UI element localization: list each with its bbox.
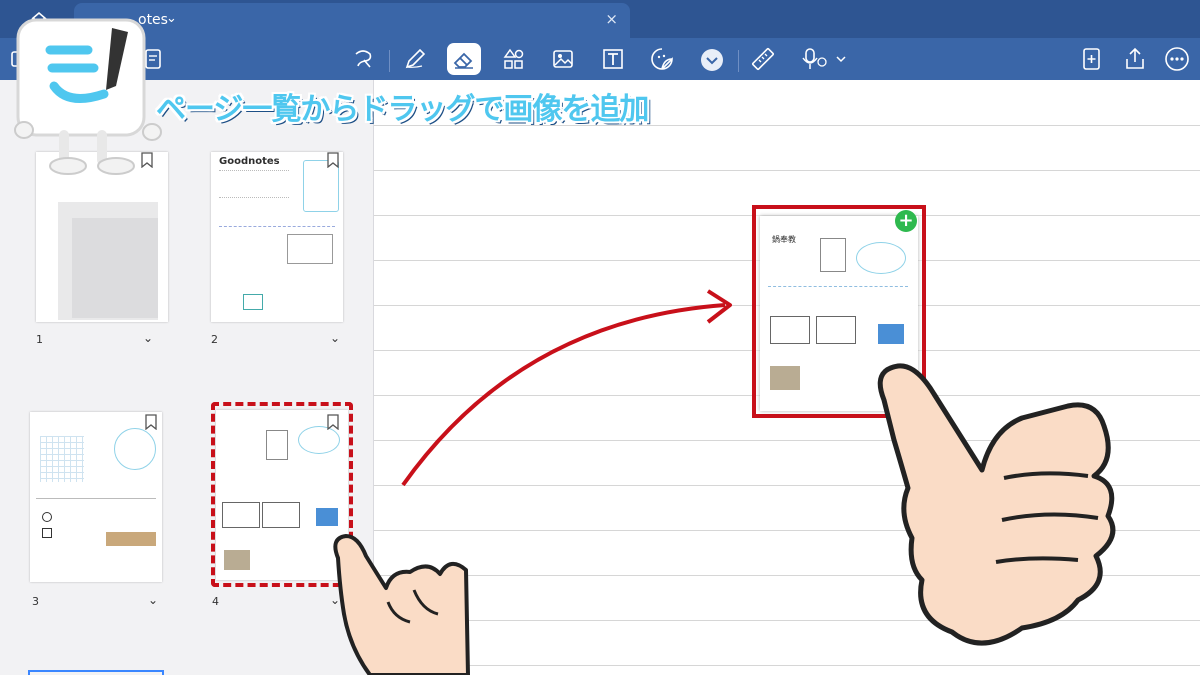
- thumbnail-title: Goodnotes: [219, 156, 280, 167]
- page-number-1: 1: [36, 333, 43, 346]
- textbox-icon[interactable]: [600, 46, 628, 74]
- add-page-icon[interactable]: [1078, 46, 1106, 74]
- preview-heading: 鍋奉教: [772, 235, 796, 244]
- ruled-line: [374, 665, 1200, 666]
- chevron-down-icon[interactable]: ⌄: [148, 593, 158, 607]
- thumbnail-content: [72, 218, 158, 318]
- app-mascot-icon: [14, 18, 162, 175]
- sticker-icon[interactable]: [649, 46, 677, 74]
- preview-content: [768, 286, 908, 288]
- thumbnail-content: [114, 428, 156, 470]
- overlay-caption: ページ一覧からドラッグで画像を追加: [156, 92, 649, 127]
- preview-content: [878, 324, 904, 344]
- preview-content: [770, 366, 800, 390]
- toolbar-separator: [389, 50, 390, 72]
- page-thumbnail-5[interactable]: [28, 670, 164, 675]
- add-plus-badge: +: [895, 210, 917, 232]
- preview-content: [856, 242, 906, 274]
- page-number-3: 3: [32, 595, 39, 608]
- preview-content: [816, 316, 856, 344]
- ruled-line: [374, 170, 1200, 171]
- share-icon[interactable]: [1122, 46, 1150, 74]
- thumbnail-content: [243, 294, 263, 310]
- tab-bar: otes ⌄ ×: [0, 0, 1200, 38]
- thumbnail-content: [106, 532, 156, 546]
- bookmark-icon[interactable]: [327, 152, 339, 168]
- page-number-2: 2: [211, 333, 218, 346]
- page-thumbnail-3[interactable]: [30, 412, 162, 582]
- close-icon[interactable]: ×: [605, 10, 618, 28]
- more-tools-icon[interactable]: [699, 47, 727, 75]
- thumbnail-content: [42, 512, 52, 522]
- pen-icon[interactable]: [402, 46, 430, 74]
- thumbnail-content: [219, 170, 289, 198]
- bookmark-icon[interactable]: [145, 414, 157, 430]
- thumbnail-content: [36, 498, 156, 499]
- toolbar: [0, 38, 1200, 80]
- lasso-icon[interactable]: [350, 46, 378, 74]
- pointing-hand-icon: [333, 534, 470, 675]
- toolbar-separator: [738, 50, 739, 72]
- thumbnail-content: [40, 436, 84, 482]
- shapes-icon[interactable]: [501, 46, 529, 74]
- preview-content: [820, 238, 846, 272]
- page-number-4: 4: [212, 595, 219, 608]
- thumbnail-content: [287, 234, 333, 264]
- eraser-icon[interactable]: [447, 43, 481, 75]
- preview-content: [770, 316, 810, 344]
- thumbnail-content: [42, 528, 52, 538]
- pointing-hand-icon: [877, 363, 1116, 646]
- ruler-icon[interactable]: [750, 46, 778, 74]
- page-thumbnail-2[interactable]: Goodnotes: [211, 152, 343, 322]
- chevron-down-icon[interactable]: ⌄: [143, 331, 153, 345]
- mic-icon[interactable]: [800, 46, 850, 74]
- image-icon[interactable]: [550, 46, 578, 74]
- chevron-down-icon[interactable]: ⌄: [330, 331, 340, 345]
- ellipsis-icon[interactable]: [1164, 46, 1192, 74]
